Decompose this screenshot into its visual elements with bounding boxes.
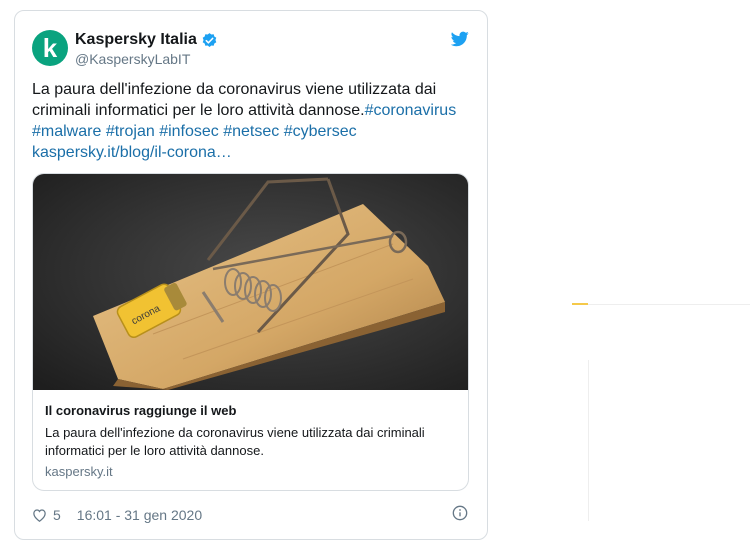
heart-icon[interactable] [32, 508, 47, 522]
background-divider [572, 304, 750, 305]
avatar[interactable]: k [32, 30, 68, 66]
card-description: La paura dell'infezione da coronavirus v… [45, 425, 425, 458]
user-handle[interactable]: @KasperskyLabIT [75, 51, 190, 67]
tweet-card: k Kaspersky Italia @KasperskyLabIT La pa… [14, 10, 488, 540]
hashtag-malware[interactable]: #malware [32, 123, 101, 140]
background-accent [572, 303, 588, 305]
mousetrap-image[interactable]: corona [33, 174, 469, 390]
background-vertical-line [588, 360, 589, 521]
hashtag-cybersec[interactable]: #cybersec [284, 123, 357, 140]
hashtag-infosec[interactable]: #infosec [159, 123, 219, 140]
display-name[interactable]: Kaspersky Italia [75, 31, 197, 49]
hashtag-trojan[interactable]: #trojan [106, 123, 155, 140]
card-domain: kaspersky.it [45, 464, 113, 479]
hashtag-coronavirus[interactable]: #coronavirus [365, 102, 457, 119]
hashtag-netsec[interactable]: #netsec [223, 123, 279, 140]
verified-badge-icon [202, 32, 217, 47]
twitter-bird-icon[interactable] [451, 31, 469, 47]
tweet-footer: 5 16:01 - 31 gen 2020 [32, 505, 202, 525]
link-preview-card[interactable]: corona Il coronavirus raggiunge il web L… [32, 173, 469, 491]
info-icon[interactable] [452, 505, 468, 521]
display-name-row[interactable]: Kaspersky Italia [75, 31, 218, 49]
card-title[interactable]: Il coronavirus raggiunge il web [45, 403, 236, 418]
article-link[interactable]: kaspersky.it/blog/il-corona… [32, 144, 232, 161]
tweet-text: La paura dell'infezione da coronavirus v… [32, 79, 472, 163]
